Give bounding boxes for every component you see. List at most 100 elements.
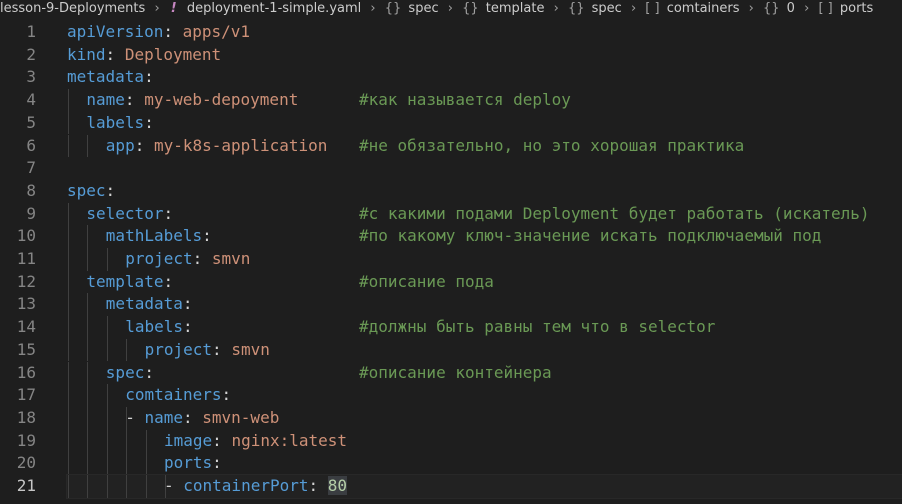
code-line[interactable]: 11 project: smvn	[0, 248, 902, 271]
indent-guide	[145, 452, 147, 475]
yaml-value: nginx:latest	[231, 430, 348, 450]
indent-guide	[126, 475, 128, 498]
colon: :	[163, 203, 174, 223]
breadcrumb-item-ports[interactable]: ports	[840, 1, 873, 16]
code-line[interactable]: 4 name: my-web-depoyment #как называется d…	[0, 89, 902, 112]
yaml-key: name	[144, 407, 183, 427]
chevron-right-icon: ›	[630, 1, 637, 16]
line-number: 16	[16, 362, 36, 382]
line-content: metadata:	[67, 66, 902, 89]
code-line[interactable]: 13 metadata:	[0, 293, 902, 317]
indent-guide	[87, 475, 89, 498]
colon: :	[212, 453, 222, 473]
indent-guide	[87, 134, 89, 158]
colon: :	[163, 271, 174, 291]
yaml-key: metadata	[67, 67, 145, 87]
colon: :	[202, 226, 212, 246]
line-content: name: my-web-depoyment #как называется de…	[67, 89, 902, 112]
code-line[interactable]: 2 kind: Deployment	[0, 44, 902, 67]
yaml-key: apiVersion	[67, 22, 164, 41]
yaml-value: 80	[327, 476, 348, 495]
code-line[interactable]: 17 comtainers:	[0, 384, 902, 407]
yaml-comment: #по какому ключ-значение искать подключа…	[359, 226, 822, 246]
code-line[interactable]: 12 template: #описание пода	[0, 270, 902, 294]
indent-guide	[68, 429, 69, 453]
line-number: 17	[16, 385, 36, 405]
code-line[interactable]: 9 selector: #с какими подами Deployment бу…	[0, 202, 902, 226]
colon: :	[308, 476, 319, 495]
indent-guide	[68, 89, 69, 112]
code-line[interactable]: 6 app: my-k8s-application #не обязательно,…	[0, 134, 902, 158]
yaml-key: name	[86, 90, 125, 110]
indent-guide	[145, 475, 147, 498]
indent-guide	[68, 406, 69, 430]
code-line[interactable]: 8 spec:	[0, 180, 902, 203]
line-content: template: #описание пода	[67, 270, 902, 294]
code-line[interactable]: 7	[0, 157, 902, 180]
indent-guide	[87, 406, 89, 430]
array-icon: [ ]	[645, 1, 660, 16]
indent-guide	[87, 316, 89, 339]
yaml-file-icon: !	[170, 1, 177, 16]
yaml-value: my-web-depoyment	[144, 90, 299, 110]
indent-guide	[68, 111, 69, 135]
code-line[interactable]: 20 ports:	[0, 452, 902, 475]
yaml-key: app	[105, 135, 135, 155]
indent-guide	[68, 338, 69, 362]
code-line[interactable]: 10 mathLabels: #по какому ключ-значение ис…	[0, 225, 902, 248]
line-number: 13	[16, 294, 36, 314]
breadcrumb-item-spec-inner[interactable]: spec	[592, 1, 622, 16]
line-number: 6	[26, 135, 36, 155]
object-icon: {}	[567, 1, 585, 16]
line-number: 1	[26, 22, 36, 41]
indent-guide	[68, 202, 69, 226]
indent-guide	[68, 384, 69, 407]
yaml-key: project	[144, 339, 213, 359]
code-line[interactable]: 1 apiVersion: apps/v1	[0, 21, 902, 44]
indent-guide	[87, 293, 89, 317]
breadcrumb-item-0[interactable]: 0	[787, 1, 795, 16]
indent-guide	[68, 361, 69, 385]
line-content: kind: Deployment	[67, 44, 902, 67]
code-line[interactable]: 15 project: smvn	[0, 338, 902, 362]
code-line[interactable]: 5 labels:	[0, 111, 902, 135]
code-line[interactable]: 14 labels: #должны быть равны тем что в se…	[0, 316, 902, 339]
yaml-value: my-k8s-application	[153, 135, 328, 155]
line-number: 15	[16, 339, 36, 359]
code-editor[interactable]: 1 apiVersion: apps/v1 2 kind: Deployment 3 me…	[0, 21, 902, 504]
code-line[interactable]: 18 - name: smvn-web	[0, 406, 902, 430]
code-line[interactable]: 19 image: nginx:latest	[0, 429, 902, 453]
yaml-key: metadata	[105, 294, 183, 314]
breadcrumb-item-template[interactable]: template	[486, 1, 545, 16]
indent-guide	[87, 248, 89, 271]
object-icon: {}	[762, 1, 780, 16]
yaml-key: template	[86, 271, 164, 291]
breadcrumb-item-spec[interactable]: spec	[408, 1, 438, 16]
code-line[interactable]: 3 metadata:	[0, 66, 902, 89]
colon: :	[221, 385, 232, 405]
line-number: 7	[26, 158, 36, 178]
breadcrumb-folder[interactable]: lesson-9-Deployments	[0, 1, 145, 16]
line-number: 21	[16, 476, 36, 495]
indent-guide	[68, 270, 69, 294]
indent-guide	[106, 429, 108, 453]
code-line[interactable]: 16 spec: #описание контейнера	[0, 361, 902, 385]
yaml-key: kind	[67, 44, 106, 64]
breadcrumb-file[interactable]: deployment-1-simple.yaml	[187, 1, 361, 16]
indent-guide	[126, 338, 128, 362]
indent-guide	[87, 225, 89, 248]
indent-guide	[68, 293, 69, 317]
code-line[interactable]: 21 - containerPort: 80	[0, 474, 902, 499]
chevron-right-icon: ›	[447, 1, 453, 16]
yaml-value: smvn	[231, 339, 270, 359]
line-content: labels:	[67, 111, 902, 135]
line-number: 14	[16, 317, 36, 337]
line-content: app: my-k8s-application #не обязательно, …	[67, 134, 902, 158]
line-content: image: nginx:latest	[67, 429, 902, 453]
yaml-comment: #с какими подами Deployment будет работа…	[359, 203, 870, 223]
line-content	[67, 157, 902, 180]
yaml-value: smvn-web	[202, 407, 280, 427]
colon: :	[163, 22, 173, 41]
breadcrumb-item-comtainers[interactable]: comtainers	[667, 1, 740, 16]
yaml-value: Deployment	[124, 44, 222, 64]
